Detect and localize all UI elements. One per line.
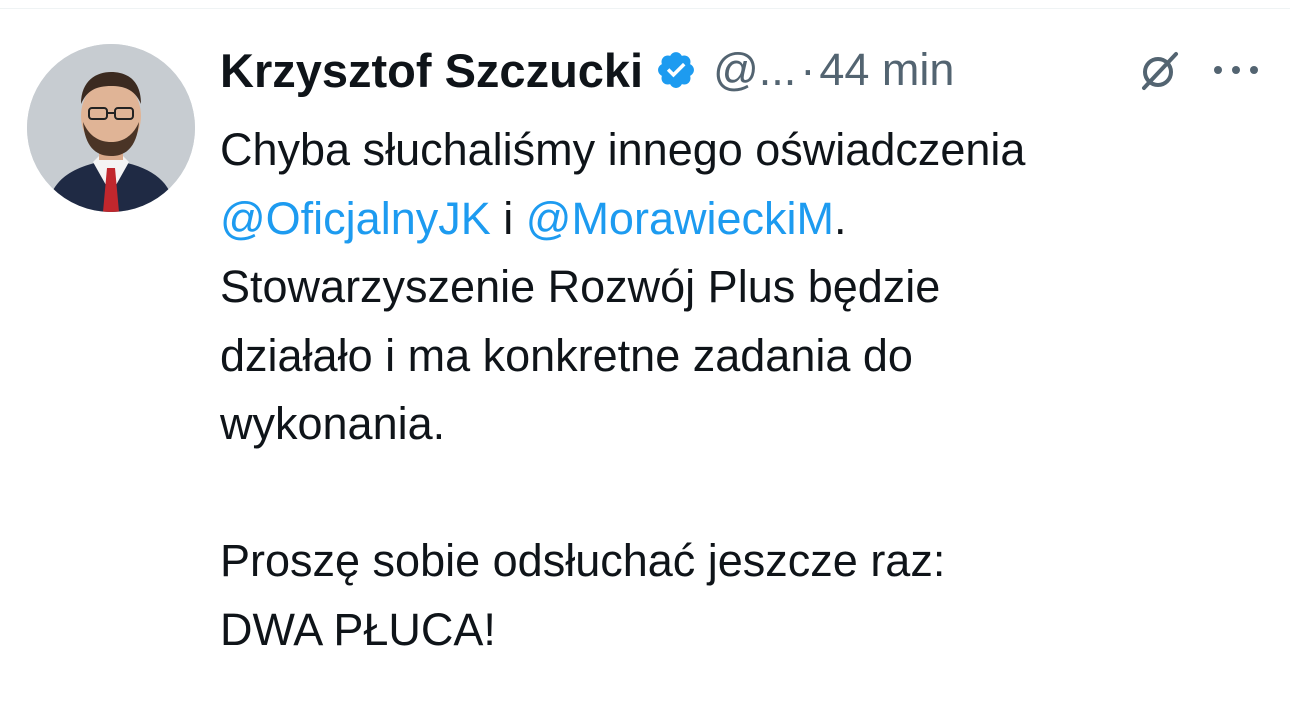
tweet-line: działało i ma konkretne zadania do	[220, 329, 913, 381]
verified-badge-icon	[655, 49, 697, 91]
author-handle[interactable]: @...	[713, 44, 796, 96]
tweet-line: Chyba słuchaliśmy innego oświadczenia	[220, 124, 1026, 175]
meta-separator: ·	[800, 44, 816, 95]
tweet-line: Proszę sobie odsłuchać jeszcze raz:	[220, 535, 946, 586]
mention-link-morawieckim[interactable]: @MorawieckiM	[526, 193, 834, 244]
tweet-line-mentions: @OficjalnyJK i @MorawieckiM.	[220, 185, 1270, 254]
tweet-line-end: .	[833, 192, 847, 244]
avatar-image	[27, 44, 195, 212]
tweet-line: DWA PŁUCA!	[220, 603, 496, 655]
mention-connector: i	[490, 192, 526, 244]
tweet-text: Chyba słuchaliśmy innego oświadczenia @O…	[220, 116, 1270, 664]
tweet-timestamp[interactable]: 44 min	[819, 44, 954, 96]
grok-icon[interactable]	[1136, 46, 1184, 94]
avatar[interactable]	[27, 44, 195, 212]
tweet-line: wykonania.	[220, 398, 446, 449]
mention-link-oficjalnyjk[interactable]: @OficjalnyJK	[220, 193, 491, 244]
tweet-line: Stowarzyszenie Rozwój Plus będzie	[220, 261, 941, 312]
more-options-icon[interactable]	[1208, 52, 1264, 88]
author-display-name[interactable]: Krzysztof Szczucki	[220, 43, 643, 98]
top-divider	[0, 8, 1290, 9]
tweet-header: Krzysztof Szczucki @... · 44 min	[220, 40, 1280, 100]
